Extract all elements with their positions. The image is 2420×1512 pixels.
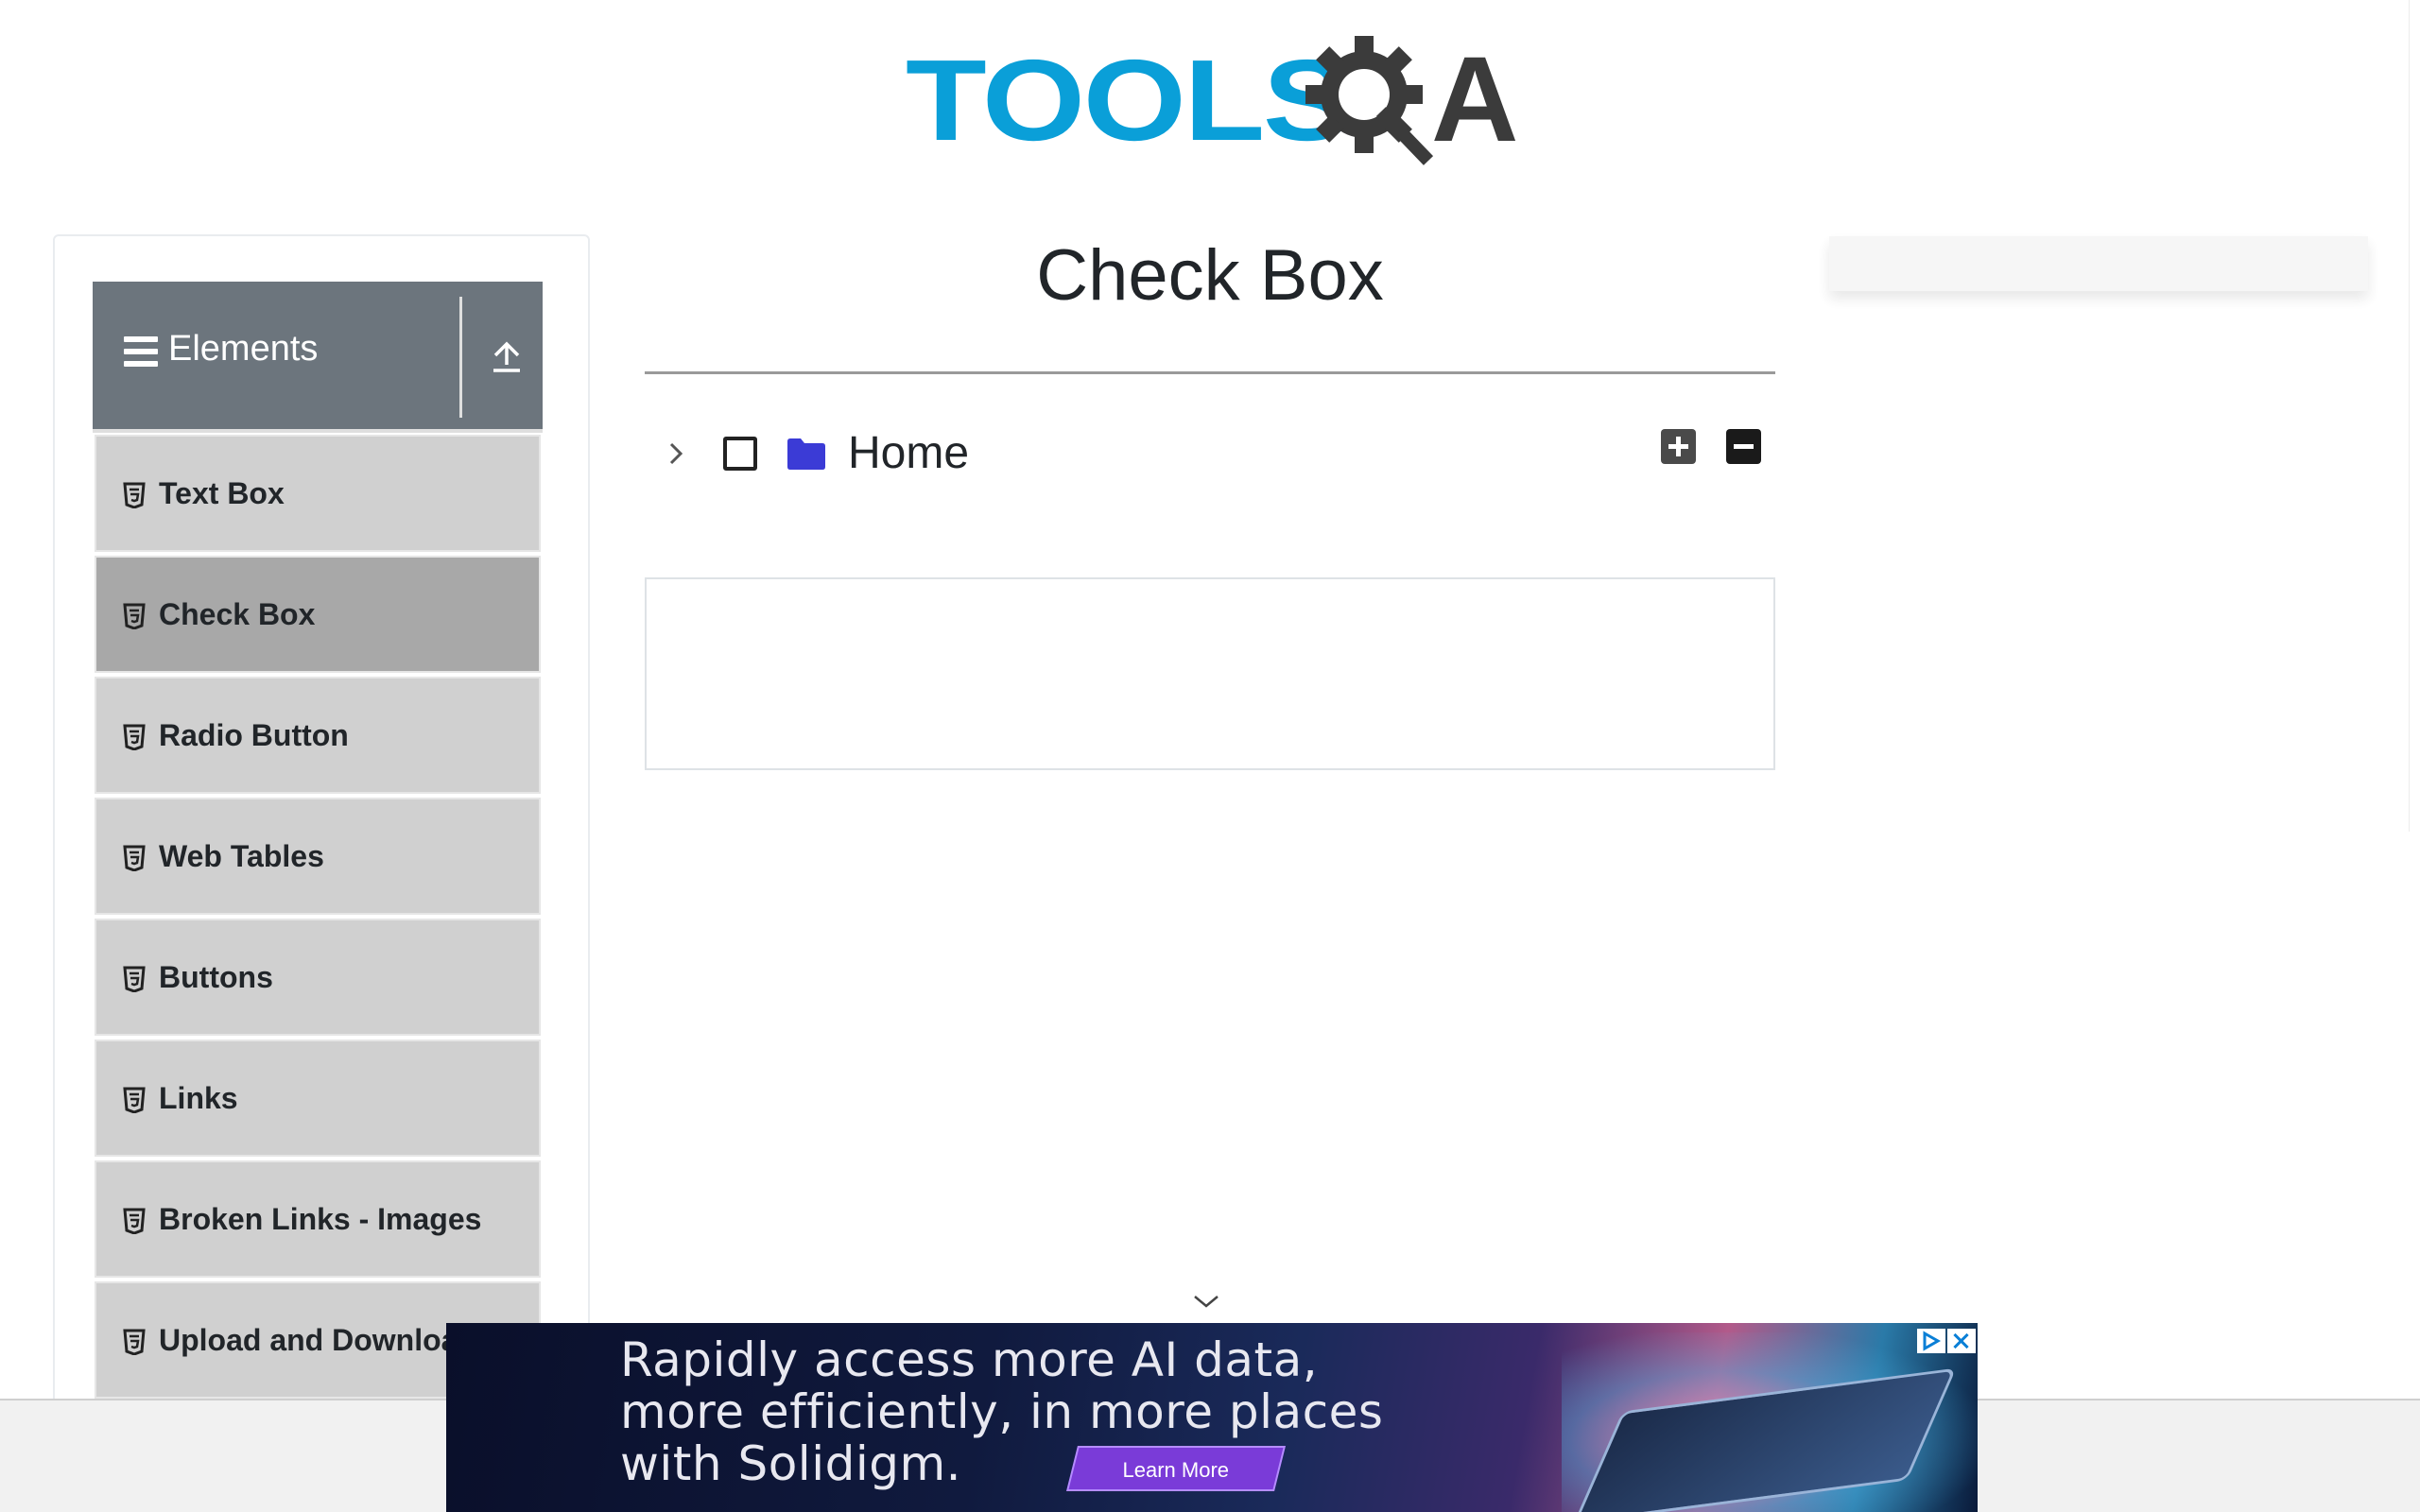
sidebar-item-web-tables[interactable]: Web Tables [95, 798, 541, 915]
sidebar-item-broken-links-images[interactable]: Broken Links - Images [95, 1160, 541, 1278]
sidebar-item-radio-button[interactable]: Radio Button [95, 677, 541, 794]
ad-text-line: Rapidly access more AI data, [620, 1332, 1319, 1387]
sidebar-item-text-box[interactable]: Text Box [95, 435, 541, 552]
hamburger-icon [124, 336, 158, 367]
sidebar-item-label: Check Box [159, 597, 316, 631]
sidebar-item-check-box[interactable]: Check Box [95, 556, 541, 673]
home-checkbox[interactable] [723, 437, 757, 471]
ad-text-line: more efficiently, in more places [620, 1384, 1384, 1439]
sidebar-item-label: Upload and Download [159, 1323, 476, 1357]
html5-icon [123, 1087, 146, 1113]
ad-close-icon[interactable] [1947, 1329, 1976, 1353]
html5-icon [123, 1329, 146, 1355]
learn-more-label: Learn More [1122, 1458, 1229, 1482]
result-output-box [645, 577, 1775, 770]
sidebar-item-label: Broken Links - Images [159, 1202, 482, 1236]
learn-more-button[interactable]: Learn More [1066, 1446, 1286, 1491]
header-divider [459, 297, 462, 418]
expand-all-button[interactable] [1661, 429, 1696, 464]
title-divider [645, 371, 1775, 374]
upload-arrow-icon[interactable] [490, 336, 524, 374]
sidebar-item-links[interactable]: Links [95, 1040, 541, 1157]
toolsqa-logo[interactable]: TOOLS A [906, 26, 1518, 174]
group-title: Elements [168, 329, 319, 369]
logo-tools-text: TOOLS [906, 36, 1352, 164]
sidebar-item-label: Text Box [159, 476, 285, 510]
chevron-down-icon[interactable] [1193, 1293, 1219, 1310]
collapse-all-button[interactable] [1726, 429, 1761, 464]
logo-a-text: A [1431, 32, 1519, 167]
page-title: Check Box [1036, 235, 1384, 316]
elements-group-header[interactable]: Elements [93, 282, 543, 433]
folder-icon [787, 438, 825, 470]
chevron-right-icon[interactable] [662, 437, 692, 471]
side-ad-placeholder [1829, 236, 2368, 291]
html5-icon [123, 482, 146, 508]
sidebar-item-label: Radio Button [159, 718, 349, 752]
sidebar-item-label: Web Tables [159, 839, 324, 873]
tree-node-label[interactable]: Home [848, 427, 969, 479]
html5-icon [123, 845, 146, 871]
html5-icon [123, 1208, 146, 1234]
html5-icon [123, 724, 146, 750]
ad-choices-icon[interactable] [1917, 1329, 1945, 1353]
sidebar-item-label: Buttons [159, 960, 273, 994]
sidebar-item-buttons[interactable]: Buttons [95, 919, 541, 1036]
vertical-scrollbar[interactable] [2409, 0, 2420, 832]
html5-icon [123, 966, 146, 992]
sidebar-item-label: Links [159, 1081, 238, 1115]
html5-icon [123, 603, 146, 629]
solidigm-ad-banner[interactable]: Rapidly access more AI data, more effici… [446, 1323, 1978, 1512]
